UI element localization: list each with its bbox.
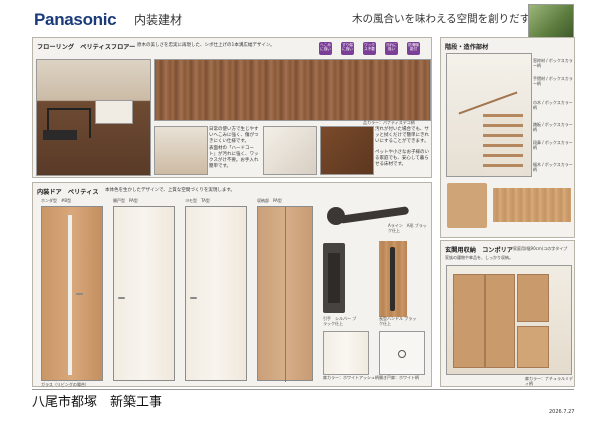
doors-panel: 内装ドア ベリティス 本体色を生かしたデザインで、上質な空間づくりを実現します。… <box>32 182 432 387</box>
badge-wax: ワックス不要 <box>363 42 376 55</box>
spill-photo <box>320 126 374 175</box>
color-sample-2 <box>379 331 425 375</box>
stairs-label-2: 手摺材 / ボックスカラー柄 <box>533 76 573 87</box>
stairs-label-6: 幅木 / ボックスカラー柄 <box>533 162 573 173</box>
storage-title: 玄関用収納 コンポリア <box>445 247 514 254</box>
stairs-title: 階段・造作部材 <box>445 44 489 51</box>
document-date: 2026.7.27 <box>549 409 575 415</box>
project-name: 八尾市都塚 新築工事 <box>32 395 163 410</box>
stair-tread-sample <box>493 188 571 222</box>
stairs-label-1: 窓枠材 / ボックスカラー柄 <box>533 58 573 69</box>
forest-photo <box>528 4 574 38</box>
handle-label-1: Aライン A形 ブラック仕上 <box>388 223 427 234</box>
stair-profile <box>447 183 487 228</box>
brand-logo: Panasonic <box>34 10 117 29</box>
handle-label-3: 長型ハンドル ブラック仕上 <box>379 316 417 327</box>
wood-color-label: 品カラー：パナティスデコ柄 <box>363 120 415 125</box>
storage-panel: 玄関用収納 コンポリア 家庭用(幅90cm)コの字タイプ 家族の履物や傘品を、し… <box>440 240 575 387</box>
door-label-1: ホンダ型 #B型 <box>41 198 72 203</box>
room-photo <box>36 59 151 176</box>
badge-dirt: 汚れに強い <box>385 42 398 55</box>
color-sample-1 <box>323 331 369 375</box>
door-note: ガラス（リビングの場合） <box>41 382 89 387</box>
wood-sample <box>154 59 431 121</box>
storage-color-label: 扉カラー：ナチュラルミディ柄 <box>525 376 573 387</box>
flooring-panel: フローリング ベリティスフロアー 原木の美しさを忠実に再現した、シボ仕上げの1本… <box>32 37 432 178</box>
flooring-text-4: ペットや小さなお子様のいる家庭でも、安心して暮らせる床材です。 <box>375 150 429 168</box>
tagline: 木の風合いを味わえる空間を創りだす。 <box>352 13 540 25</box>
door-4 <box>257 206 313 382</box>
door-label-2: 開戸型 PA型 <box>113 198 138 203</box>
doors-title: 内装ドア ベリティス <box>37 189 99 196</box>
badge-scratch: すり傷に強い <box>341 42 354 55</box>
handle-label-2: 引手 シルバー ブラック仕上 <box>323 316 357 327</box>
recessed-pull <box>323 243 345 313</box>
storage-spec: 家庭用(幅90cm)コの字タイプ <box>513 246 568 251</box>
stairs-label-3: 巾木 / ボックスカラー柄 <box>533 100 573 111</box>
page-title: 内装建材 <box>134 13 183 27</box>
badge-slip: 防滑機能付 <box>407 42 420 55</box>
cleaning-photo <box>263 126 317 175</box>
flooring-text-1: 日常の使い方で生じやすいへこみに強く、傷がつきにくい仕様です。 <box>209 127 259 145</box>
stairs-photo <box>446 53 532 177</box>
flooring-title: フローリング ベリティスフロアー <box>37 44 136 51</box>
sample-label-1: 扉カラー：ホワイトアッシュ柄 <box>323 375 379 380</box>
doors-description: 本体色を生かしたデザインで、上質な空間づくりを実現します。 <box>105 188 235 193</box>
flooring-text-3: 汚れが付いた場合でも、サッと拭くだけで簡単にきれいにすることができます。 <box>375 127 429 145</box>
page-header: Panasonic 内装建材 木の風合いを味わえる空間を創りだす。 <box>0 0 600 38</box>
sample-label-2: 開き戸扉：ホワイト柄 <box>379 375 419 380</box>
footer-divider <box>32 389 574 390</box>
stairs-label-4: 踏板 / ボックスカラー柄 <box>533 122 573 133</box>
badge-dent: へこみに強い <box>319 42 332 55</box>
door-2 <box>113 206 175 381</box>
flooring-description: 原木の美しさを忠実に再現した、シボ仕上げの1本溝広幅デザイン。 <box>137 43 275 48</box>
long-handle-door <box>379 241 407 317</box>
door-1 <box>41 206 103 381</box>
stairs-label-5: 段鼻 / ボックスカラー柄 <box>533 140 573 151</box>
door-label-3: ヨモ型 TA型 <box>185 198 210 203</box>
storage-photo <box>446 265 572 375</box>
storage-description: 家族の履物や傘品を、しっかり収納。 <box>445 255 513 260</box>
door-label-4: 収納部 PA型 <box>257 198 282 203</box>
door-3 <box>185 206 247 381</box>
chair-photo <box>154 126 208 175</box>
stairs-panel: 階段・造作部材 窓枠材 / ボックスカラー柄 手摺材 / ボックスカラー柄 巾木… <box>440 37 575 238</box>
flooring-text-2: 表面材の「ハードコート」が汚れに強く、ワックスがけ不要。お手入れ簡単です。 <box>209 146 259 170</box>
